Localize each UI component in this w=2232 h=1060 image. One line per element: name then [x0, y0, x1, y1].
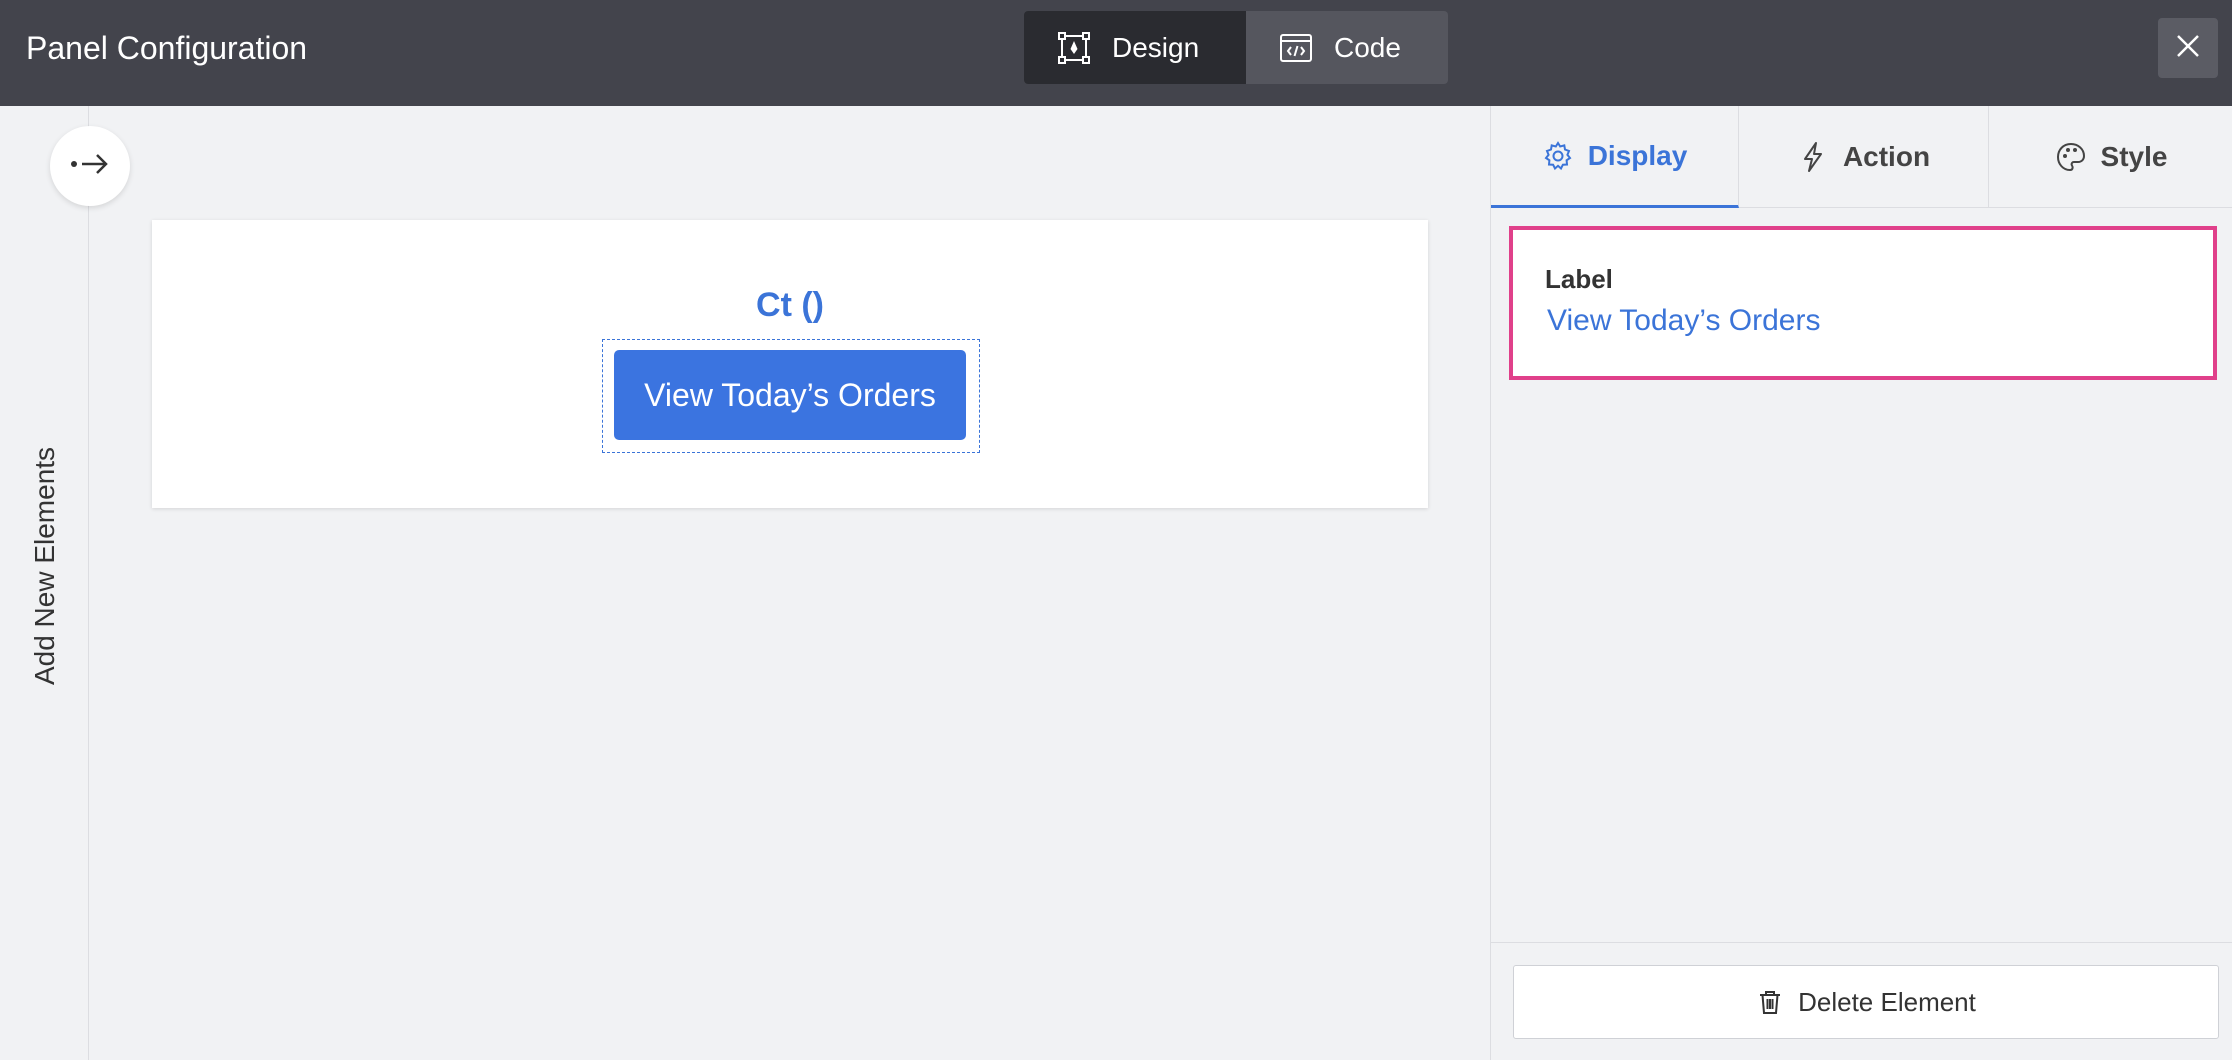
panel-heading: Ct ()	[756, 286, 824, 324]
properties-tabs: Display Action Style	[1491, 106, 2232, 208]
code-mode-label: Code	[1334, 31, 1401, 63]
panel-preview: Ct () View Today’s Orders	[152, 220, 1428, 508]
panel-footer: Delete Element	[1491, 942, 2232, 1060]
trash-icon	[1756, 988, 1784, 1016]
tab-style[interactable]: Style	[1989, 106, 2232, 208]
design-icon	[1056, 30, 1092, 66]
tab-display-label: Display	[1587, 139, 1688, 171]
add-elements-rail: Add New Elements	[0, 106, 89, 1060]
design-mode-label: Design	[1112, 31, 1200, 63]
gear-icon	[1542, 140, 1574, 172]
view-todays-orders-button[interactable]: View Today’s Orders	[614, 350, 966, 440]
label-field-card: Label View Today’s Orders	[1509, 226, 2217, 380]
close-button[interactable]	[2158, 18, 2218, 78]
label-field-value[interactable]: View Today’s Orders	[1547, 304, 1820, 338]
delete-element-button[interactable]: Delete Element	[1513, 965, 2219, 1039]
lightning-icon	[1797, 141, 1829, 173]
arrow-right-icon	[68, 150, 112, 183]
top-bar: Panel Configuration Design Code	[0, 0, 2232, 106]
expand-elements-button[interactable]	[50, 126, 130, 206]
properties-panel: Display Action Style Label View Today’s …	[1490, 106, 2232, 1060]
code-mode-button[interactable]: Code	[1246, 11, 1448, 84]
tab-action[interactable]: Action	[1739, 106, 1989, 208]
tab-style-label: Style	[2100, 141, 2168, 172]
palette-icon	[2055, 141, 2087, 173]
design-canvas: Ct () View Today’s Orders	[90, 106, 1490, 1060]
delete-element-label: Delete Element	[1798, 986, 1976, 1017]
close-icon	[2175, 33, 2201, 64]
mode-toggle: Design Code	[1024, 11, 1448, 84]
add-new-elements-label[interactable]: Add New Elements	[29, 447, 61, 685]
design-mode-button[interactable]: Design	[1024, 11, 1246, 84]
selected-element-frame[interactable]: View Today’s Orders	[602, 339, 980, 453]
tab-action-label: Action	[1842, 141, 1931, 172]
code-icon	[1278, 30, 1314, 66]
label-field-title: Label	[1545, 264, 1613, 294]
page-title: Panel Configuration	[26, 30, 308, 66]
tab-display[interactable]: Display	[1491, 106, 1739, 208]
